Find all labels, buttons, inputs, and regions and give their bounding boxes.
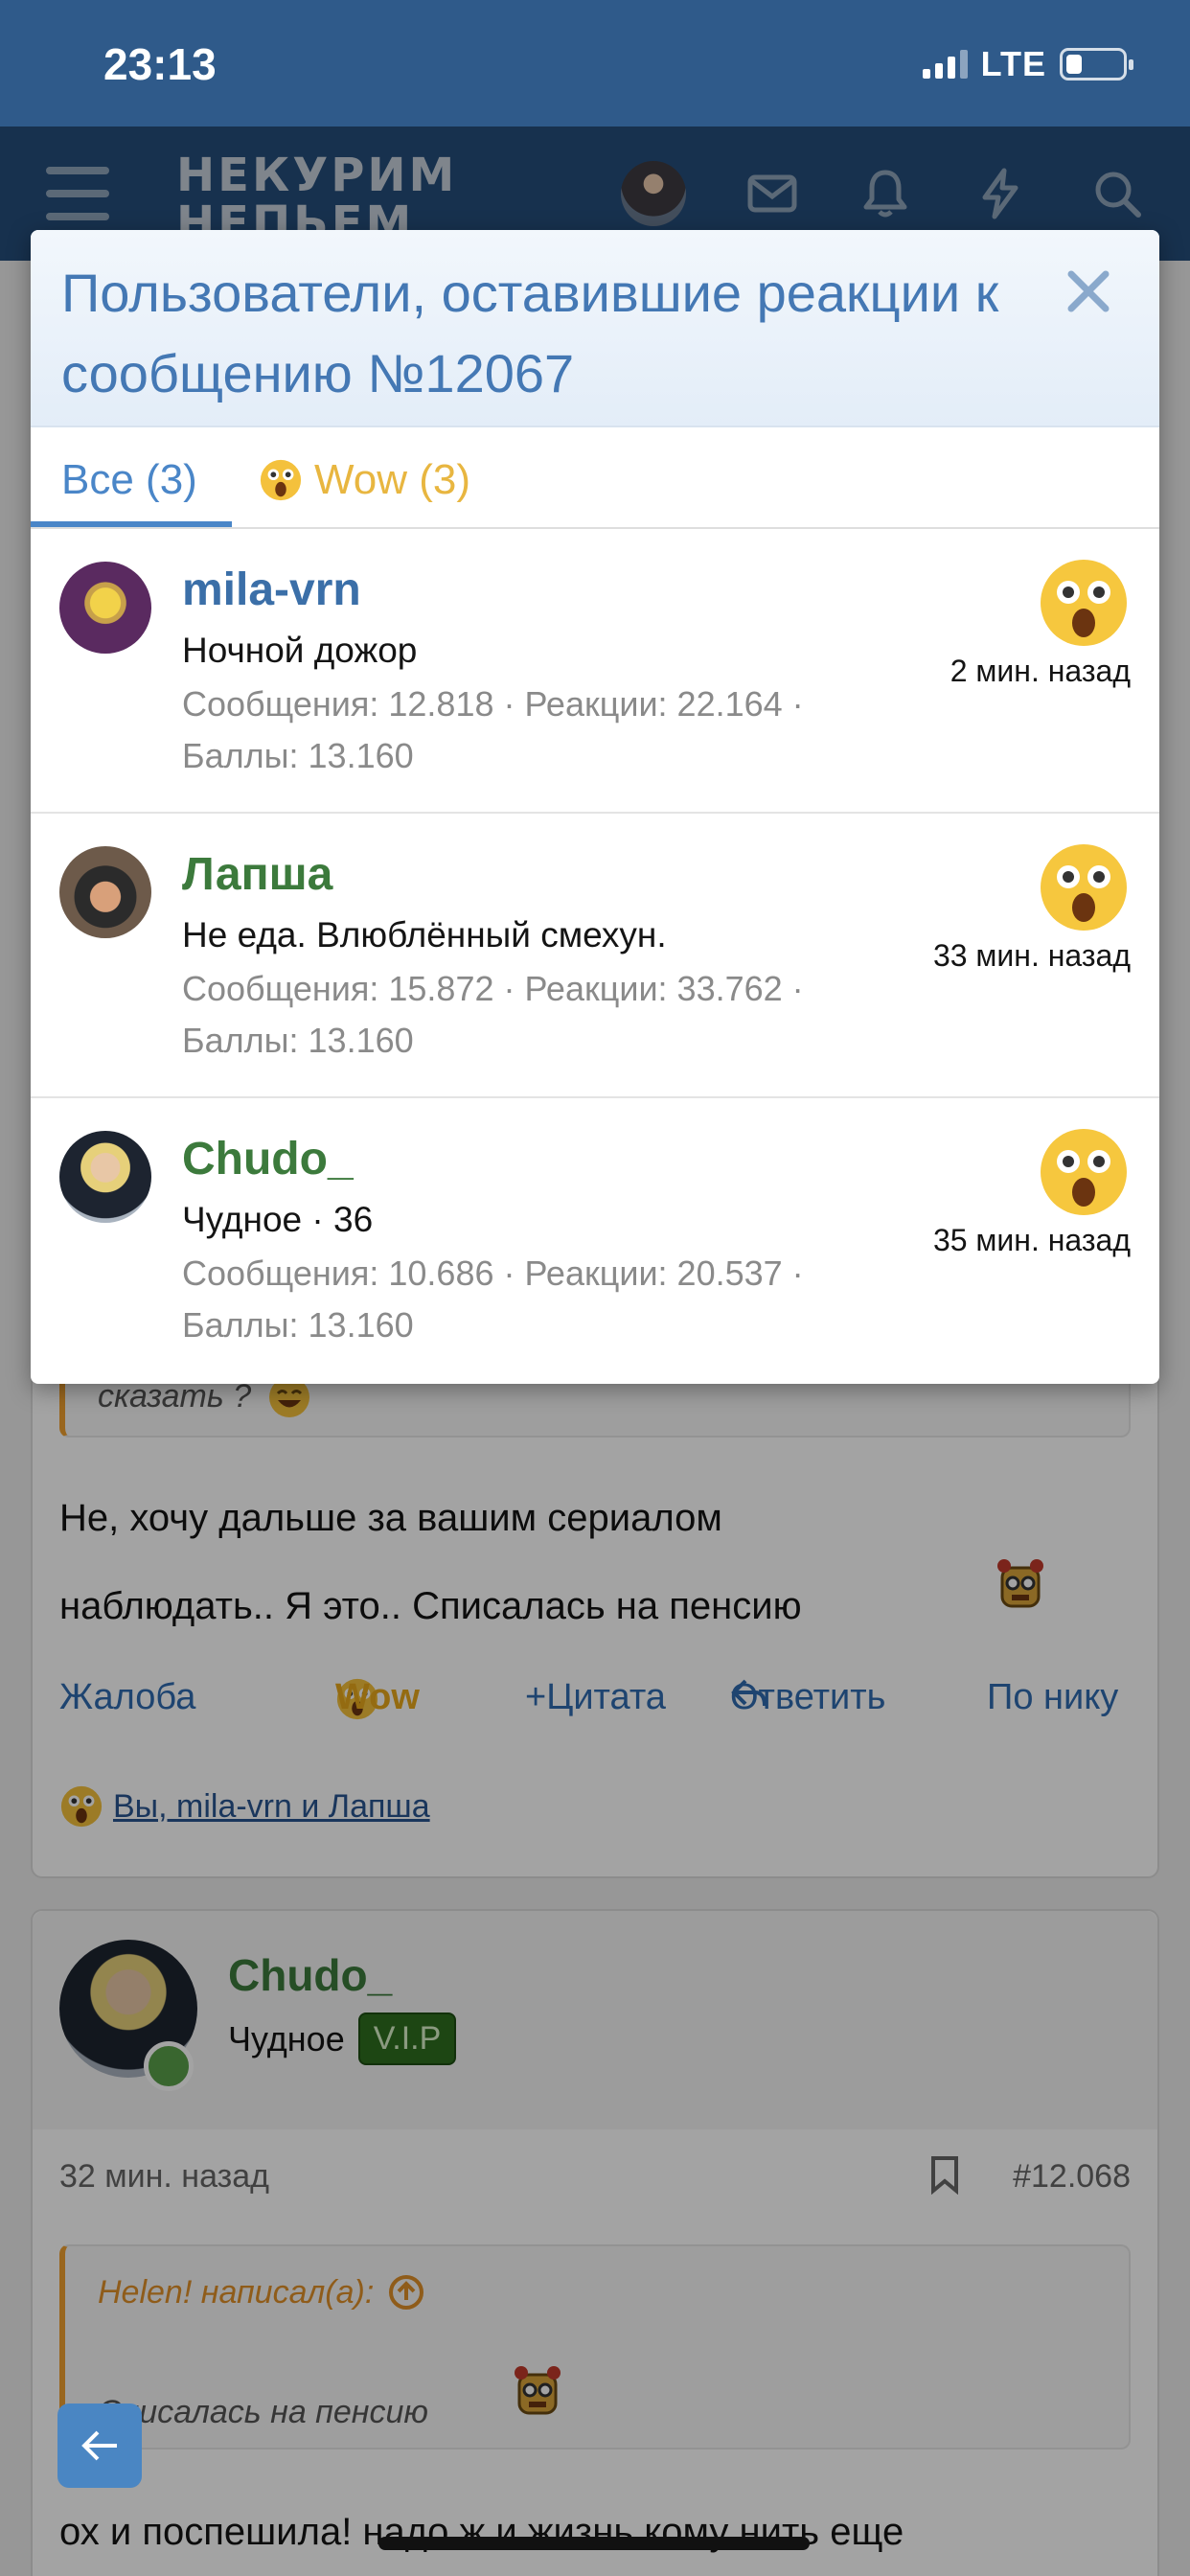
user-avatar[interactable] (59, 562, 151, 654)
battery-icon (1060, 48, 1133, 80)
reaction-time[interactable]: 33 мин. назад (933, 938, 1131, 974)
user-avatar[interactable] (59, 846, 151, 938)
user-stats-line-2: Баллы: 13.160 (182, 736, 414, 775)
reaction-time[interactable]: 35 мин. назад (933, 1223, 1131, 1258)
wow-emoji-icon (1041, 560, 1127, 646)
tab-active-indicator (31, 521, 232, 527)
user-stats: Сообщения: 12.818 · Реакции: 22.164 · Ба… (182, 678, 872, 782)
username-link[interactable]: Лапша (182, 848, 332, 901)
user-title: Чудное · 36 (182, 1200, 374, 1239)
network-label: LTE (980, 44, 1046, 83)
wow-emoji-icon (260, 459, 302, 501)
username-link[interactable]: Chudo_ (182, 1133, 354, 1185)
user-title: Ночной дожор (182, 631, 418, 670)
home-indicator[interactable] (378, 2537, 810, 2550)
status-bar: 23:13 LTE (0, 0, 1190, 126)
signal-icon (922, 50, 968, 79)
reaction-row: Лапша Не еда. Влюблённый смехун. Сообщен… (31, 814, 1159, 1098)
user-stats-line-1: Сообщения: 12.818 · Реакции: 22.164 · (182, 684, 804, 724)
back-button[interactable] (57, 2404, 142, 2488)
status-indicators: LTE (922, 44, 1133, 84)
wow-emoji-icon (1041, 1129, 1127, 1215)
reactions-modal: Пользователи, оставившие реакции к сообщ… (31, 230, 1159, 1384)
reaction-time[interactable]: 2 мин. назад (950, 654, 1131, 689)
reaction-tabs: Все (3) Wow (3) (31, 427, 1159, 529)
username-link[interactable]: mila-vrn (182, 564, 361, 616)
arrow-left-icon (81, 2430, 117, 2461)
user-stats: Сообщения: 15.872 · Реакции: 33.762 · Ба… (182, 963, 872, 1067)
tab-all[interactable]: Все (3) (61, 456, 197, 504)
user-stats-line-1: Сообщения: 15.872 · Реакции: 33.762 · (182, 969, 804, 1008)
status-time: 23:13 (103, 39, 217, 89)
user-stats-line-2: Баллы: 13.160 (182, 1305, 414, 1345)
modal-title: Пользователи, оставившие реакции к сообщ… (61, 263, 999, 403)
user-stats-line-1: Сообщения: 10.686 · Реакции: 20.537 · (182, 1254, 804, 1293)
tab-wow[interactable]: Wow (3) (259, 456, 470, 504)
user-stats-line-2: Баллы: 13.160 (182, 1021, 414, 1060)
modal-header: Пользователи, оставившие реакции к сообщ… (31, 230, 1159, 427)
close-icon[interactable] (1062, 264, 1115, 318)
reaction-list: mila-vrn Ночной дожор Сообщения: 12.818 … (31, 529, 1159, 1383)
user-title: Не еда. Влюблённый смехун. (182, 915, 667, 954)
reaction-row: mila-vrn Ночной дожор Сообщения: 12.818 … (31, 529, 1159, 814)
user-avatar[interactable] (59, 1131, 151, 1223)
user-stats: Сообщения: 10.686 · Реакции: 20.537 · Ба… (182, 1248, 872, 1351)
reaction-row: Chudo_ Чудное · 36 Сообщения: 10.686 · Р… (31, 1098, 1159, 1383)
tab-wow-label: Wow (3) (314, 456, 470, 503)
wow-emoji-icon (1041, 844, 1127, 931)
